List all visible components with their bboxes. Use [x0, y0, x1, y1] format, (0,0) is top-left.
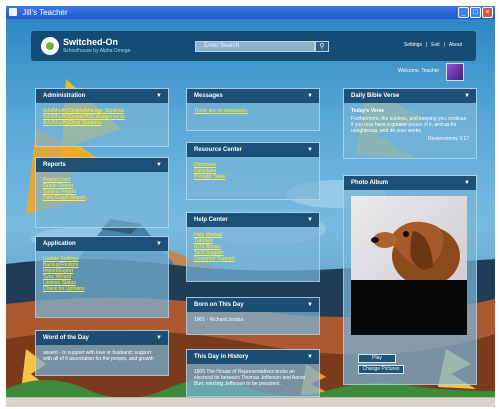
customer-support-link[interactable]: Customer Support [194, 256, 312, 262]
word-of-day-text: assent - to support with love or husband… [43, 350, 154, 362]
dachshund-image [371, 221, 460, 280]
messages-link[interactable]: There are no messages. [194, 108, 312, 114]
logo-subtitle: Schoolhouse by Alpha Omega [63, 48, 131, 54]
chevron-down-icon[interactable]: ▼ [464, 176, 470, 190]
app-viewport: Switched-On Schoolhouse by Alpha Omega E… [6, 19, 495, 397]
reports-panel: Reports ▼ Report Card Grade Report Subjec… [35, 157, 169, 228]
top-navigation-bar: Switched-On Schoolhouse by Alpha Omega E… [31, 31, 476, 61]
check-updates-link[interactable]: Check for Updates [43, 286, 161, 292]
administration-panel: Administration ▼ Add/Modify/Delete/Manage… [35, 88, 169, 147]
search-input[interactable]: Enter Search [195, 41, 315, 52]
status-bar [6, 397, 495, 407]
play-button[interactable]: Play [358, 354, 396, 363]
history-text: 1800 The House of Representatives broke … [194, 369, 306, 387]
bible-verse-panel: Daily Bible Verse ▼ Today's Verse Further… [343, 88, 477, 159]
search-icon[interactable]: ⚲ [315, 41, 329, 52]
logo-name: Switched-On [63, 37, 119, 47]
photo-album-header[interactable]: Photo Album ▼ [344, 176, 476, 190]
history-panel: This Day in History ▼ 1800 The House of R… [186, 349, 320, 397]
chevron-down-icon[interactable]: ▼ [156, 237, 162, 251]
minimize-button[interactable]: _ [458, 7, 469, 18]
dog-photo [351, 196, 467, 280]
bible-verse-header[interactable]: Daily Bible Verse ▼ [344, 89, 476, 103]
app-icon [9, 8, 17, 16]
photo-viewer-dark-area [351, 280, 467, 335]
exit-link[interactable]: Exit [431, 42, 439, 48]
verse-title: Today's Verse [351, 108, 385, 114]
messages-panel: Messages ▼ There are no messages. [186, 88, 320, 131]
born-on-day-header[interactable]: Born on This Day ▼ [187, 298, 319, 312]
close-button[interactable]: × [482, 7, 493, 18]
born-on-day-panel: Born on This Day ▼ 1901 - Richard Jordan [186, 297, 320, 335]
chevron-down-icon[interactable]: ▼ [307, 298, 313, 312]
chevron-down-icon[interactable]: ▼ [464, 89, 470, 103]
messages-header[interactable]: Messages ▼ [187, 89, 319, 103]
verse-text: Furthermore, the sunless, and keeping yo… [351, 116, 468, 134]
resource-center-panel: Resource Center ▼ Dictionary Calculator P… [186, 142, 320, 200]
admin-link-drop[interactable]: Add/Modify/Drop Students [43, 120, 161, 126]
photo-album-panel: Photo Album ▼ Play Change Pictures [343, 175, 477, 385]
resource-center-header[interactable]: Resource Center ▼ [187, 143, 319, 157]
born-on-day-text: 1901 - Richard Jordan [194, 317, 244, 323]
history-header[interactable]: This Day in History ▼ [187, 350, 319, 364]
periodic-table-link[interactable]: Periodic Table [194, 174, 312, 180]
application-panel: Application ▼ Update Settings Backup/Rest… [35, 236, 169, 318]
window-title: Jill's Teacher [22, 8, 68, 17]
chevron-down-icon[interactable]: ▼ [156, 89, 162, 103]
chevron-down-icon[interactable]: ▼ [307, 213, 313, 227]
help-center-header[interactable]: Help Center ▼ [187, 213, 319, 227]
reports-header[interactable]: Reports ▼ [36, 158, 168, 172]
verse-reference: Deuteronomy 3:17 [427, 136, 469, 142]
application-header[interactable]: Application ▼ [36, 237, 168, 251]
chevron-down-icon[interactable]: ▼ [307, 89, 313, 103]
data-graph-link[interactable]: Data Graph Report [43, 195, 161, 201]
chevron-down-icon[interactable]: ▼ [307, 350, 313, 364]
chevron-down-icon[interactable]: ▼ [307, 143, 313, 157]
logo-icon [41, 37, 59, 55]
word-of-day-header[interactable]: Word of the Day ▼ [36, 331, 168, 345]
word-of-day-panel: Word of the Day ▼ assent - to support wit… [35, 330, 169, 376]
avatar[interactable] [446, 63, 464, 81]
maximize-button[interactable]: □ [470, 7, 481, 18]
chevron-down-icon[interactable]: ▼ [156, 331, 162, 345]
chevron-down-icon[interactable]: ▼ [156, 158, 162, 172]
about-link[interactable]: About [449, 42, 462, 48]
change-pictures-button[interactable]: Change Pictures [358, 365, 404, 374]
administration-header[interactable]: Administration ▼ [36, 89, 168, 103]
window-titlebar: Jill's Teacher _ □ × [6, 6, 495, 19]
settings-link[interactable]: Settings [404, 42, 422, 48]
welcome-text: Welcome, Teacher [398, 68, 440, 74]
help-center-panel: Help Center ▼ Help Manual Tutorials SOS B… [186, 212, 320, 282]
